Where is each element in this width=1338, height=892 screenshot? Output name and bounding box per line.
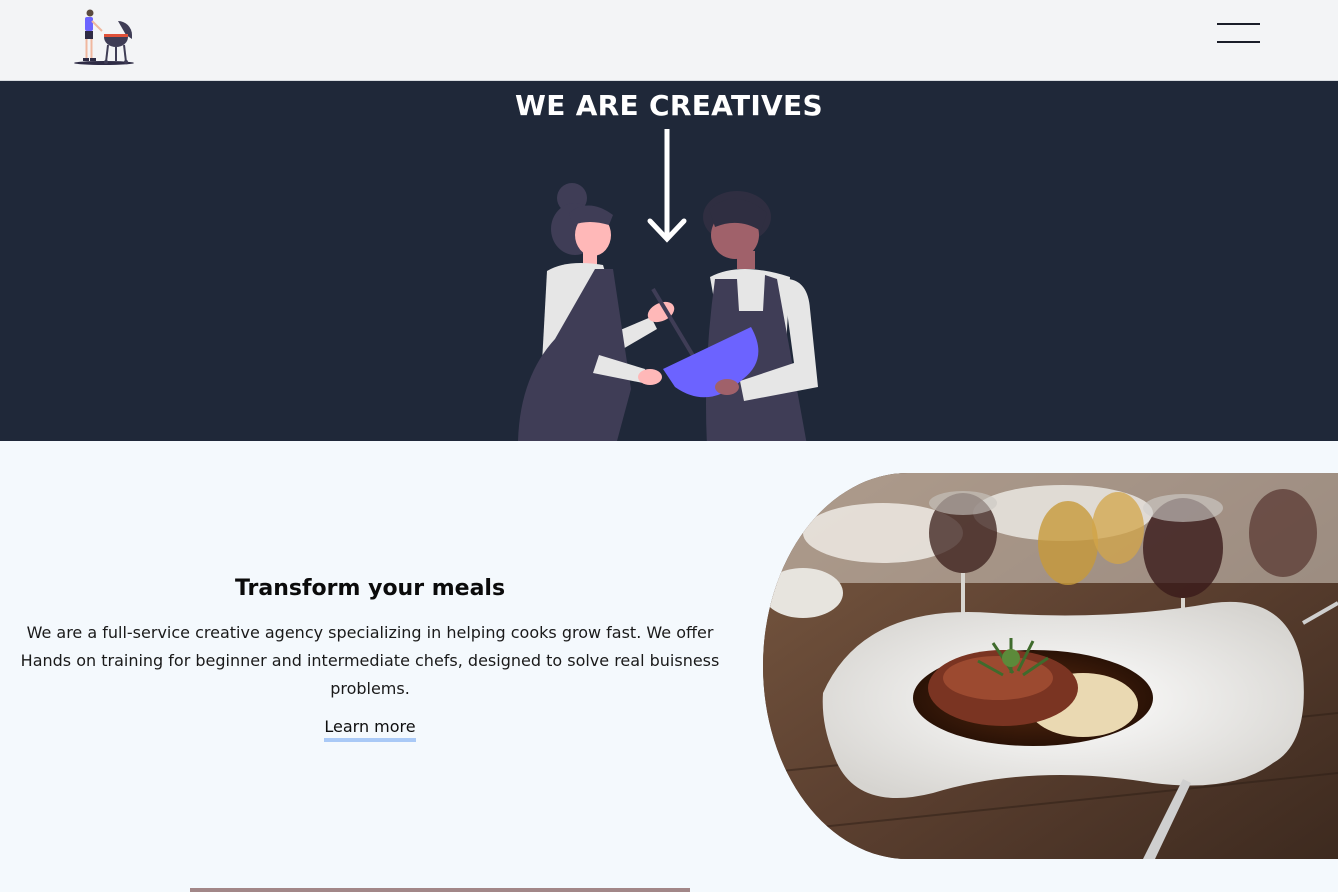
- learn-more-link[interactable]: Learn more: [324, 717, 416, 742]
- next-section-edge: [190, 888, 690, 892]
- hamburger-menu-icon: [1217, 23, 1260, 25]
- logo[interactable]: [70, 7, 136, 67]
- feature-title: Transform your meals: [234, 576, 506, 601]
- feature-text-block: Transform your meals We are a full-servi…: [20, 576, 720, 742]
- hamburger-menu-button[interactable]: [1214, 20, 1264, 46]
- hero-section: WE ARE CREATIVES: [0, 81, 1338, 441]
- plated-meat-dish-photo: [763, 473, 1338, 859]
- arrow-down-icon: [647, 129, 687, 243]
- hamburger-menu-icon-bar: [1217, 41, 1260, 43]
- site-header: [0, 0, 1338, 81]
- feature-section: Transform your meals We are a full-servi…: [0, 441, 1338, 892]
- person-grilling-icon: [74, 9, 134, 65]
- feature-description: We are a full-service creative agency sp…: [20, 623, 720, 698]
- hero-title: WE ARE CREATIVES: [515, 89, 823, 122]
